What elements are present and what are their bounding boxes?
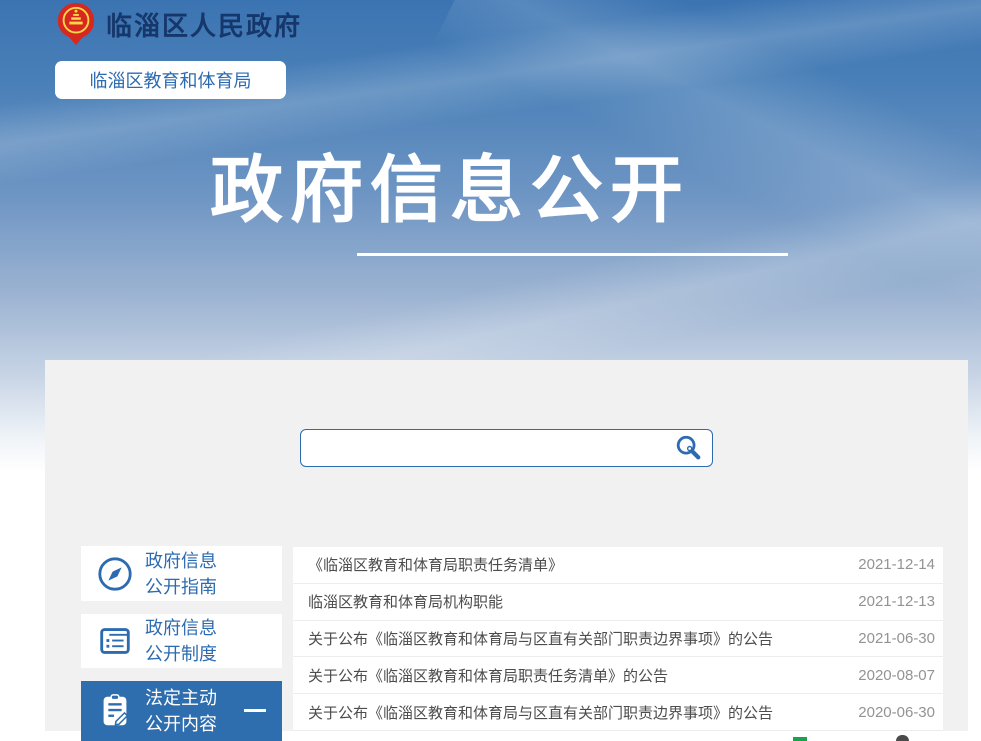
clipboard-pencil-icon [95, 691, 135, 731]
list-item-title: 临淄区教育和体育局机构职能 [308, 591, 846, 612]
partial-green-icon [793, 737, 807, 741]
list-item[interactable]: 关于公布《临淄区教育和体育局职责任务清单》的公告 2020-08-07 [293, 657, 943, 694]
article-list: 《临淄区教育和体育局职责任务清单》 2021-12-14 临淄区教育和体育局机构… [293, 547, 943, 731]
sidebar-item-label: 法定主动 公开内容 [145, 685, 217, 737]
search-input[interactable] [301, 430, 664, 466]
national-emblem-icon [55, 2, 97, 46]
document-icon [95, 621, 135, 661]
list-item-title: 关于公布《临淄区教育和体育局与区直有关部门职责边界事项》的公告 [308, 628, 846, 649]
search-button[interactable] [664, 430, 712, 466]
page-title: 政府信息公开 [210, 148, 690, 234]
sidebar-item-guide[interactable]: 政府信息 公开指南 [81, 546, 282, 601]
bureau-tab-label: 临淄区教育和体育局 [90, 67, 252, 93]
minus-icon[interactable] [244, 709, 266, 712]
sidebar-item-label: 政府信息 公开指南 [145, 548, 217, 600]
list-item[interactable]: 关于公布《临淄区教育和体育局与区直有关部门职责边界事项》的公告 2021-06-… [293, 621, 943, 658]
title-underline [357, 253, 788, 256]
site-brand[interactable]: 临淄区人民政府 [55, 2, 302, 46]
partial-dark-icon [896, 735, 909, 741]
list-item-title: 关于公布《临淄区教育和体育局职责任务清单》的公告 [308, 665, 846, 686]
list-item[interactable]: 《临淄区教育和体育局职责任务清单》 2021-12-14 [293, 547, 943, 584]
content-panel: 政府信息 公开指南 政府信息 公开制度 [45, 360, 968, 731]
list-item-date: 2021-12-13 [858, 593, 935, 610]
list-item[interactable]: 临淄区教育和体育局机构职能 2021-12-13 [293, 584, 943, 621]
sidebar-item-statutory-disclosure[interactable]: 法定主动 公开内容 [81, 681, 282, 741]
list-item-date: 2021-06-30 [858, 630, 935, 647]
sidebar-item-system[interactable]: 政府信息 公开制度 [81, 614, 282, 668]
list-item-date: 2021-12-14 [858, 556, 935, 573]
site-name: 临淄区人民政府 [106, 6, 302, 43]
compass-icon [95, 554, 135, 594]
list-item-date: 2020-08-07 [858, 667, 935, 684]
sidebar-item-label: 政府信息 公开制度 [145, 615, 217, 667]
search-icon [674, 434, 702, 462]
list-item-title: 关于公布《临淄区教育和体育局与区直有关部门职责边界事项》的公告 [308, 702, 846, 723]
list-item-date: 2020-06-30 [858, 704, 935, 721]
list-item[interactable]: 关于公布《临淄区教育和体育局与区直有关部门职责边界事项》的公告 2020-06-… [293, 694, 943, 731]
list-item-title: 《临淄区教育和体育局职责任务清单》 [308, 554, 846, 575]
bureau-tab[interactable]: 临淄区教育和体育局 [55, 61, 286, 99]
search-bar [300, 429, 713, 467]
page: 临淄区人民政府 临淄区教育和体育局 政府信息公开 [0, 0, 981, 741]
